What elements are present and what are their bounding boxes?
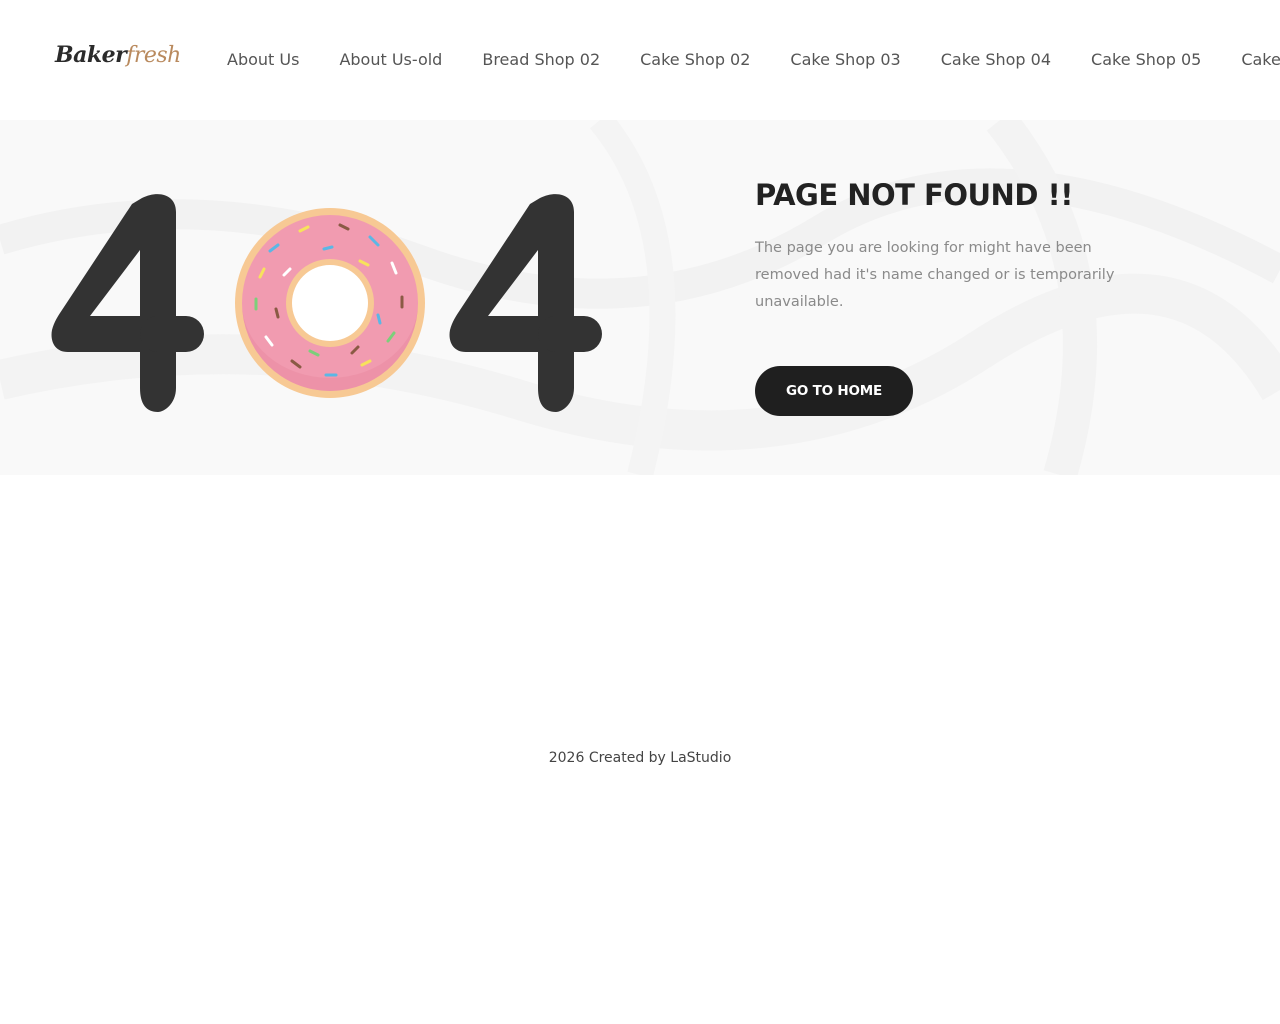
- site-header: Bakerfresh About Us About Us-old Bread S…: [0, 0, 1280, 120]
- logo-text-fresh: fresh: [126, 43, 181, 68]
- digit-four-right: [449, 194, 602, 412]
- footer-copyright: 2026 Created by LaStudio: [548, 750, 732, 766]
- donut-icon: [235, 208, 425, 398]
- error-hero: PAGE NOT FOUND !! The page you are looki…: [0, 120, 1280, 475]
- digit-four-left: [51, 194, 204, 412]
- nav-item-cake-shop-05[interactable]: Cake Shop 05: [1091, 49, 1201, 73]
- error-404-graphic: [51, 194, 602, 412]
- nav-item-cake-shop-02[interactable]: Cake Shop 02: [640, 49, 750, 73]
- main-nav: About Us About Us-old Bread Shop 02 Cake…: [227, 49, 1280, 73]
- nav-item-about-us-old[interactable]: About Us-old: [339, 49, 442, 73]
- nav-item-bread-shop-02[interactable]: Bread Shop 02: [482, 49, 600, 73]
- nav-item-cake-truncated[interactable]: Cake: [1241, 49, 1280, 73]
- go-to-home-button[interactable]: GO TO HOME: [755, 366, 913, 416]
- nav-item-cake-shop-03[interactable]: Cake Shop 03: [790, 49, 900, 73]
- site-logo[interactable]: Bakerfresh: [55, 42, 181, 68]
- nav-item-about-us[interactable]: About Us: [227, 49, 299, 73]
- error-title: PAGE NOT FOUND !!: [755, 178, 1073, 212]
- nav-item-cake-shop-04[interactable]: Cake Shop 04: [941, 49, 1051, 73]
- error-description: The page you are looking for might have …: [755, 240, 1115, 310]
- logo-text-baker: Baker: [55, 42, 127, 68]
